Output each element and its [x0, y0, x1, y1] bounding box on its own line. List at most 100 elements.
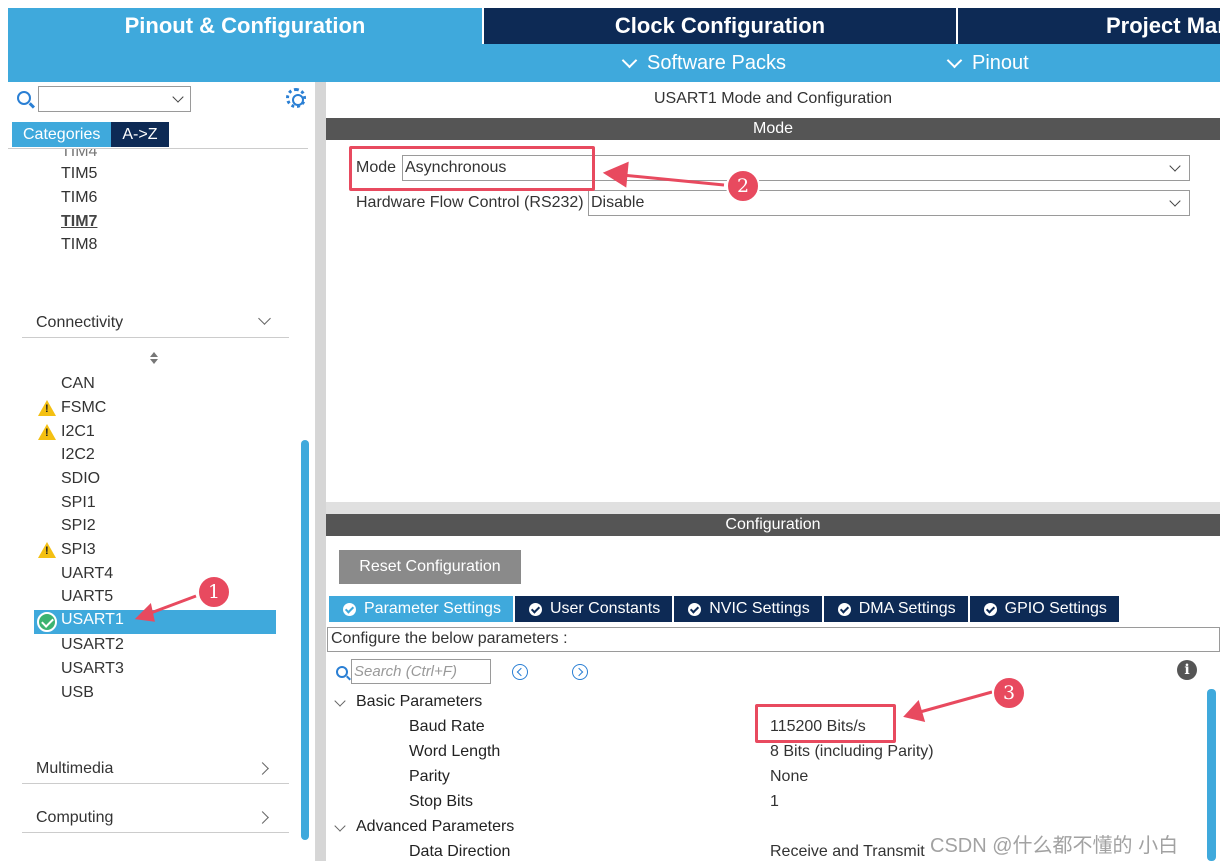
tab-user-constants[interactable]: User Constants [514, 596, 675, 622]
tab-clock-configuration[interactable]: Clock Configuration [482, 8, 956, 44]
tree-item-i2c1[interactable]: I2C1 [61, 421, 95, 443]
tab-dma-settings[interactable]: DMA Settings [823, 596, 970, 622]
tab-categories[interactable]: Categories [12, 122, 112, 147]
annotation-badge-2: 2 [726, 169, 760, 203]
tab-user-constants-label: User Constants [549, 600, 661, 617]
configuration-tabs: Parameter Settings User Constants NVIC S… [329, 596, 1121, 622]
tree-item-tim4[interactable]: TIM4 [61, 149, 97, 163]
chevron-right-icon[interactable] [256, 811, 269, 824]
param-name-stop-bits: Stop Bits [409, 793, 474, 810]
tab-project-manager[interactable]: Project Manager [956, 8, 1220, 44]
annotation-badge-1: 1 [197, 575, 231, 609]
category-search-row [8, 82, 315, 120]
param-name-data-direction: Data Direction [409, 843, 511, 860]
next-icon[interactable] [572, 664, 588, 680]
hw-flow-select[interactable]: Disable [588, 190, 1190, 216]
param-name-baud-rate: Baud Rate [409, 718, 485, 735]
tab-a-to-z[interactable]: A->Z [111, 122, 169, 147]
parameter-search-input[interactable]: Search (Ctrl+F) [351, 659, 491, 684]
advanced-parameters-group[interactable]: Advanced Parameters [356, 818, 514, 836]
category-tabs: Categories A->Z [12, 122, 169, 147]
info-icon[interactable]: i [1177, 660, 1197, 680]
categories-panel: Categories A->Z TIM4 TIM5 TIM6 TIM7 TIM8… [8, 82, 316, 861]
section-computing[interactable]: Computing [22, 803, 289, 833]
section-connectivity-label: Connectivity [36, 313, 124, 331]
check-icon [528, 602, 542, 616]
tree-item-spi2[interactable]: SPI2 [61, 515, 96, 537]
watermark: CSDN @什么都不懂的 小白 [930, 835, 1179, 857]
mode-band: Mode [326, 118, 1220, 140]
configuration-band: Configuration [326, 514, 1220, 536]
chevron-right-icon[interactable] [256, 762, 269, 775]
left-scrollbar[interactable] [301, 440, 309, 840]
tree-item-can[interactable]: CAN [61, 373, 95, 395]
warning-icon: ! [38, 400, 56, 416]
tab-nvic-settings[interactable]: NVIC Settings [674, 596, 824, 622]
section-connectivity[interactable]: Connectivity [22, 308, 289, 338]
pinout-menu[interactable]: Pinout [945, 44, 1029, 82]
basic-parameters-group[interactable]: Basic Parameters [356, 693, 482, 711]
annotation-box-mode [349, 146, 595, 191]
tree-item-i2c2[interactable]: I2C2 [61, 444, 95, 466]
tab-pinout-configuration[interactable]: Pinout & Configuration [8, 8, 482, 44]
param-value-stop-bits[interactable]: 1 [770, 793, 779, 811]
gear-icon[interactable] [286, 88, 306, 108]
chevron-down-icon [946, 52, 963, 68]
warning-icon: ! [38, 542, 56, 558]
tree-item-usart2[interactable]: USART2 [61, 634, 124, 656]
param-value-parity[interactable]: None [770, 768, 808, 786]
tree-item-spi3[interactable]: SPI3 [61, 539, 96, 561]
software-packs-label: Software Packs [647, 51, 786, 74]
tree-item-uart5[interactable]: UART5 [61, 586, 113, 608]
tab-gpio-settings-label: GPIO Settings [1004, 600, 1107, 617]
param-name-parity: Parity [409, 768, 450, 785]
tree-item-sdio[interactable]: SDIO [61, 468, 100, 490]
check-icon [688, 602, 702, 616]
section-multimedia[interactable]: Multimedia [22, 754, 289, 784]
sort-icon[interactable] [149, 352, 159, 366]
hw-flow-select-value: Disable [591, 194, 645, 211]
software-packs-menu[interactable]: Software Packs [620, 44, 786, 82]
panel-title: USART1 Mode and Configuration [653, 90, 893, 107]
pinout-label: Pinout [972, 51, 1029, 74]
chevron-down-icon[interactable] [334, 695, 346, 707]
tab-gpio-settings[interactable]: GPIO Settings [969, 596, 1121, 622]
chevron-down-icon[interactable] [1169, 160, 1181, 172]
category-search-input[interactable] [38, 86, 191, 112]
tree-item-tim8[interactable]: TIM8 [61, 234, 97, 256]
sub-menu-bar: Software Packs Pinout [8, 44, 1220, 82]
tree-item-usart1[interactable]: USART1 [34, 610, 276, 634]
tree-item-tim5[interactable]: TIM5 [61, 163, 97, 185]
tab-nvic-settings-label: NVIC Settings [709, 600, 810, 617]
splitter[interactable] [316, 82, 326, 861]
tree-item-spi1[interactable]: SPI1 [61, 492, 96, 514]
right-scrollbar[interactable] [1207, 689, 1216, 861]
previous-icon[interactable] [512, 664, 528, 680]
peripheral-tree: TIM4 TIM5 TIM6 TIM7 TIM8 Connectivity CA… [8, 148, 308, 861]
check-icon [37, 612, 57, 632]
reset-configuration-button[interactable]: Reset Configuration [339, 550, 521, 584]
search-icon[interactable] [17, 91, 31, 105]
tree-item-usart3[interactable]: USART3 [61, 658, 124, 680]
tree-item-tim7[interactable]: TIM7 [61, 211, 97, 233]
tree-item-tim6[interactable]: TIM6 [61, 187, 97, 209]
param-value-data-direction[interactable]: Receive and Transmit [770, 843, 925, 861]
chevron-down-icon[interactable] [1169, 195, 1181, 207]
hw-flow-field-row: Hardware Flow Control (RS232) Disable [356, 190, 1190, 216]
tab-dma-settings-label: DMA Settings [858, 600, 956, 617]
tree-item-usart1-label: USART1 [61, 611, 124, 628]
param-value-word-length[interactable]: 8 Bits (including Parity) [770, 743, 934, 761]
top-tab-bar: Pinout & Configuration Clock Configurati… [8, 8, 1220, 44]
tree-item-uart4[interactable]: UART4 [61, 563, 113, 585]
chevron-down-icon[interactable] [334, 820, 346, 832]
tree-item-fsmc[interactable]: FSMC [61, 397, 106, 419]
tree-item-usb[interactable]: USB [61, 682, 94, 704]
tab-parameter-settings[interactable]: Parameter Settings [329, 596, 515, 622]
chevron-down-icon [621, 52, 638, 68]
chevron-down-icon[interactable] [172, 91, 184, 103]
check-icon [983, 602, 997, 616]
search-icon[interactable] [336, 666, 348, 678]
chevron-down-icon[interactable] [258, 312, 271, 325]
mode-configuration-panel: USART1 Mode and Configuration Mode Mode … [326, 82, 1220, 861]
hw-flow-label: Hardware Flow Control (RS232) [356, 194, 584, 211]
